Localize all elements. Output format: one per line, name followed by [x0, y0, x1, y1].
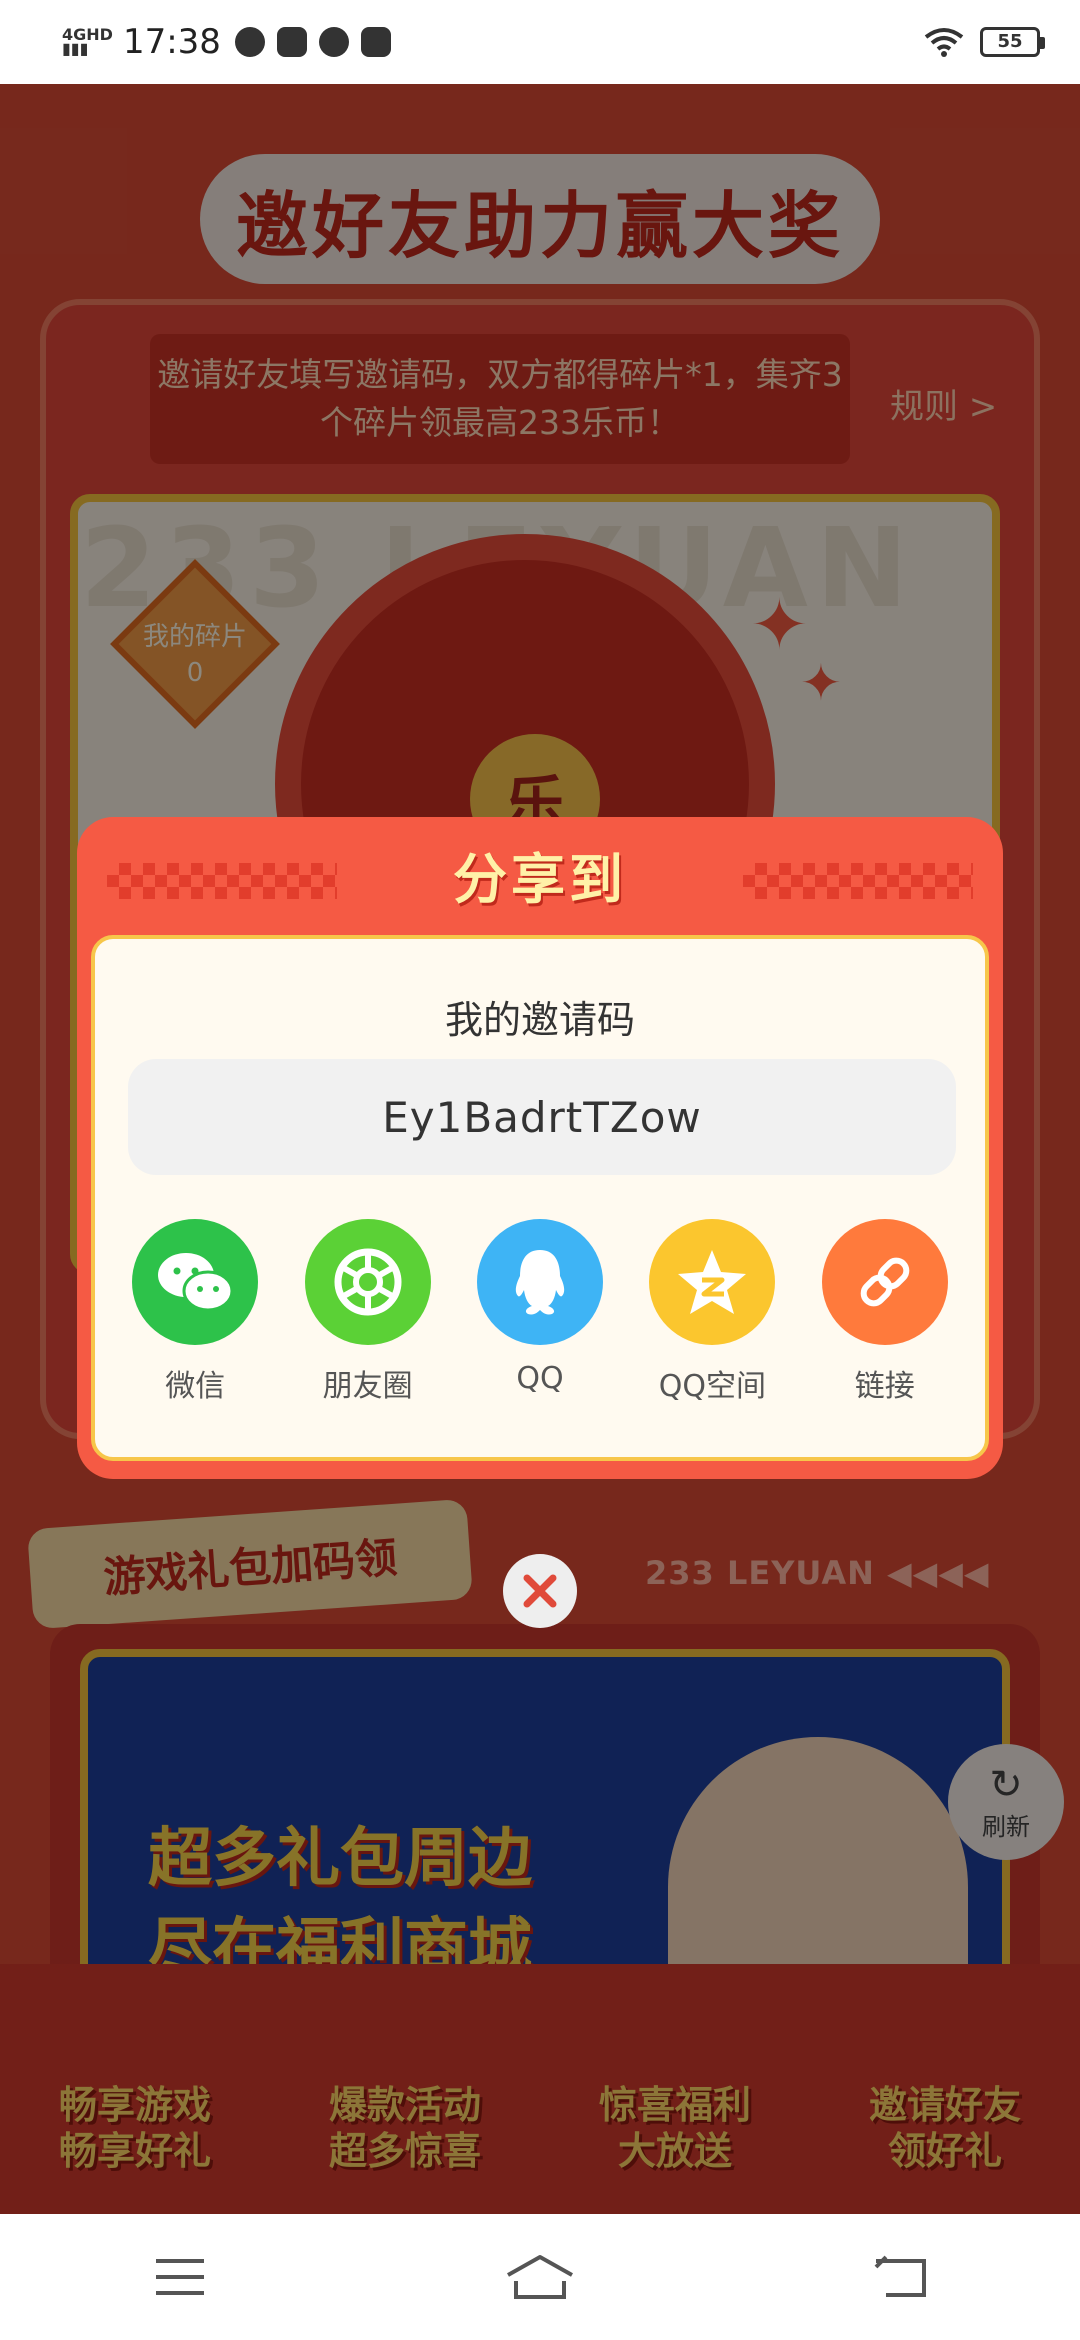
video-app-icon — [276, 27, 307, 57]
status-bar: 4GHD ▮▮▮ 17:38 55 — [0, 0, 1080, 84]
qzone-icon — [649, 1219, 776, 1345]
message-icon — [318, 27, 349, 57]
clock: 17:38 — [122, 22, 221, 62]
back-icon — [874, 2255, 926, 2297]
dialog-body: 我的邀请码 Ey1BadrtTZow 微信 朋友圈 QQ QQ空间 链接 — [91, 935, 989, 1461]
network-indicator: 4GHD ▮▮▮ — [62, 25, 113, 58]
share-options: 微信 朋友圈 QQ QQ空间 链接 — [95, 1219, 985, 1405]
payment-app-icon — [360, 27, 391, 57]
moments-icon — [304, 1219, 431, 1345]
share-dialog: 分享到 我的邀请码 Ey1BadrtTZow 微信 朋友圈 QQ QQ空间 链接 — [77, 817, 1003, 1479]
share-wechat-label: 微信 — [165, 1369, 226, 1404]
menu-icon — [156, 2259, 204, 2295]
home-icon — [507, 2255, 573, 2299]
wifi-icon — [924, 28, 964, 57]
share-qq-label: QQ — [516, 1361, 564, 1396]
share-link-button[interactable]: 链接 — [800, 1219, 970, 1405]
wechat-icon — [132, 1219, 259, 1345]
share-moments-label: 朋友圈 — [322, 1369, 413, 1404]
system-nav-bar — [0, 2214, 1080, 2340]
share-wechat-button[interactable]: 微信 — [110, 1219, 280, 1405]
close-icon — [523, 1574, 557, 1608]
invite-code-label: 我的邀请码 — [444, 998, 635, 1042]
battery-indicator: 55 — [980, 27, 1045, 57]
app-notification-icon — [234, 27, 265, 57]
link-icon — [821, 1219, 948, 1345]
close-dialog-button[interactable] — [503, 1554, 577, 1628]
invite-code-field[interactable]: Ey1BadrtTZow — [128, 1059, 956, 1175]
share-link-label: 链接 — [854, 1369, 915, 1404]
menu-button[interactable] — [120, 2237, 240, 2317]
qq-icon — [476, 1219, 603, 1345]
back-button[interactable] — [840, 2237, 960, 2317]
share-qq-button[interactable]: QQ — [455, 1219, 625, 1405]
share-qzone-button[interactable]: QQ空间 — [627, 1219, 797, 1405]
dialog-title: 分享到 — [453, 848, 627, 911]
share-moments-button[interactable]: 朋友圈 — [283, 1219, 453, 1405]
share-qzone-label: QQ空间 — [658, 1369, 766, 1404]
home-button[interactable] — [480, 2237, 600, 2317]
